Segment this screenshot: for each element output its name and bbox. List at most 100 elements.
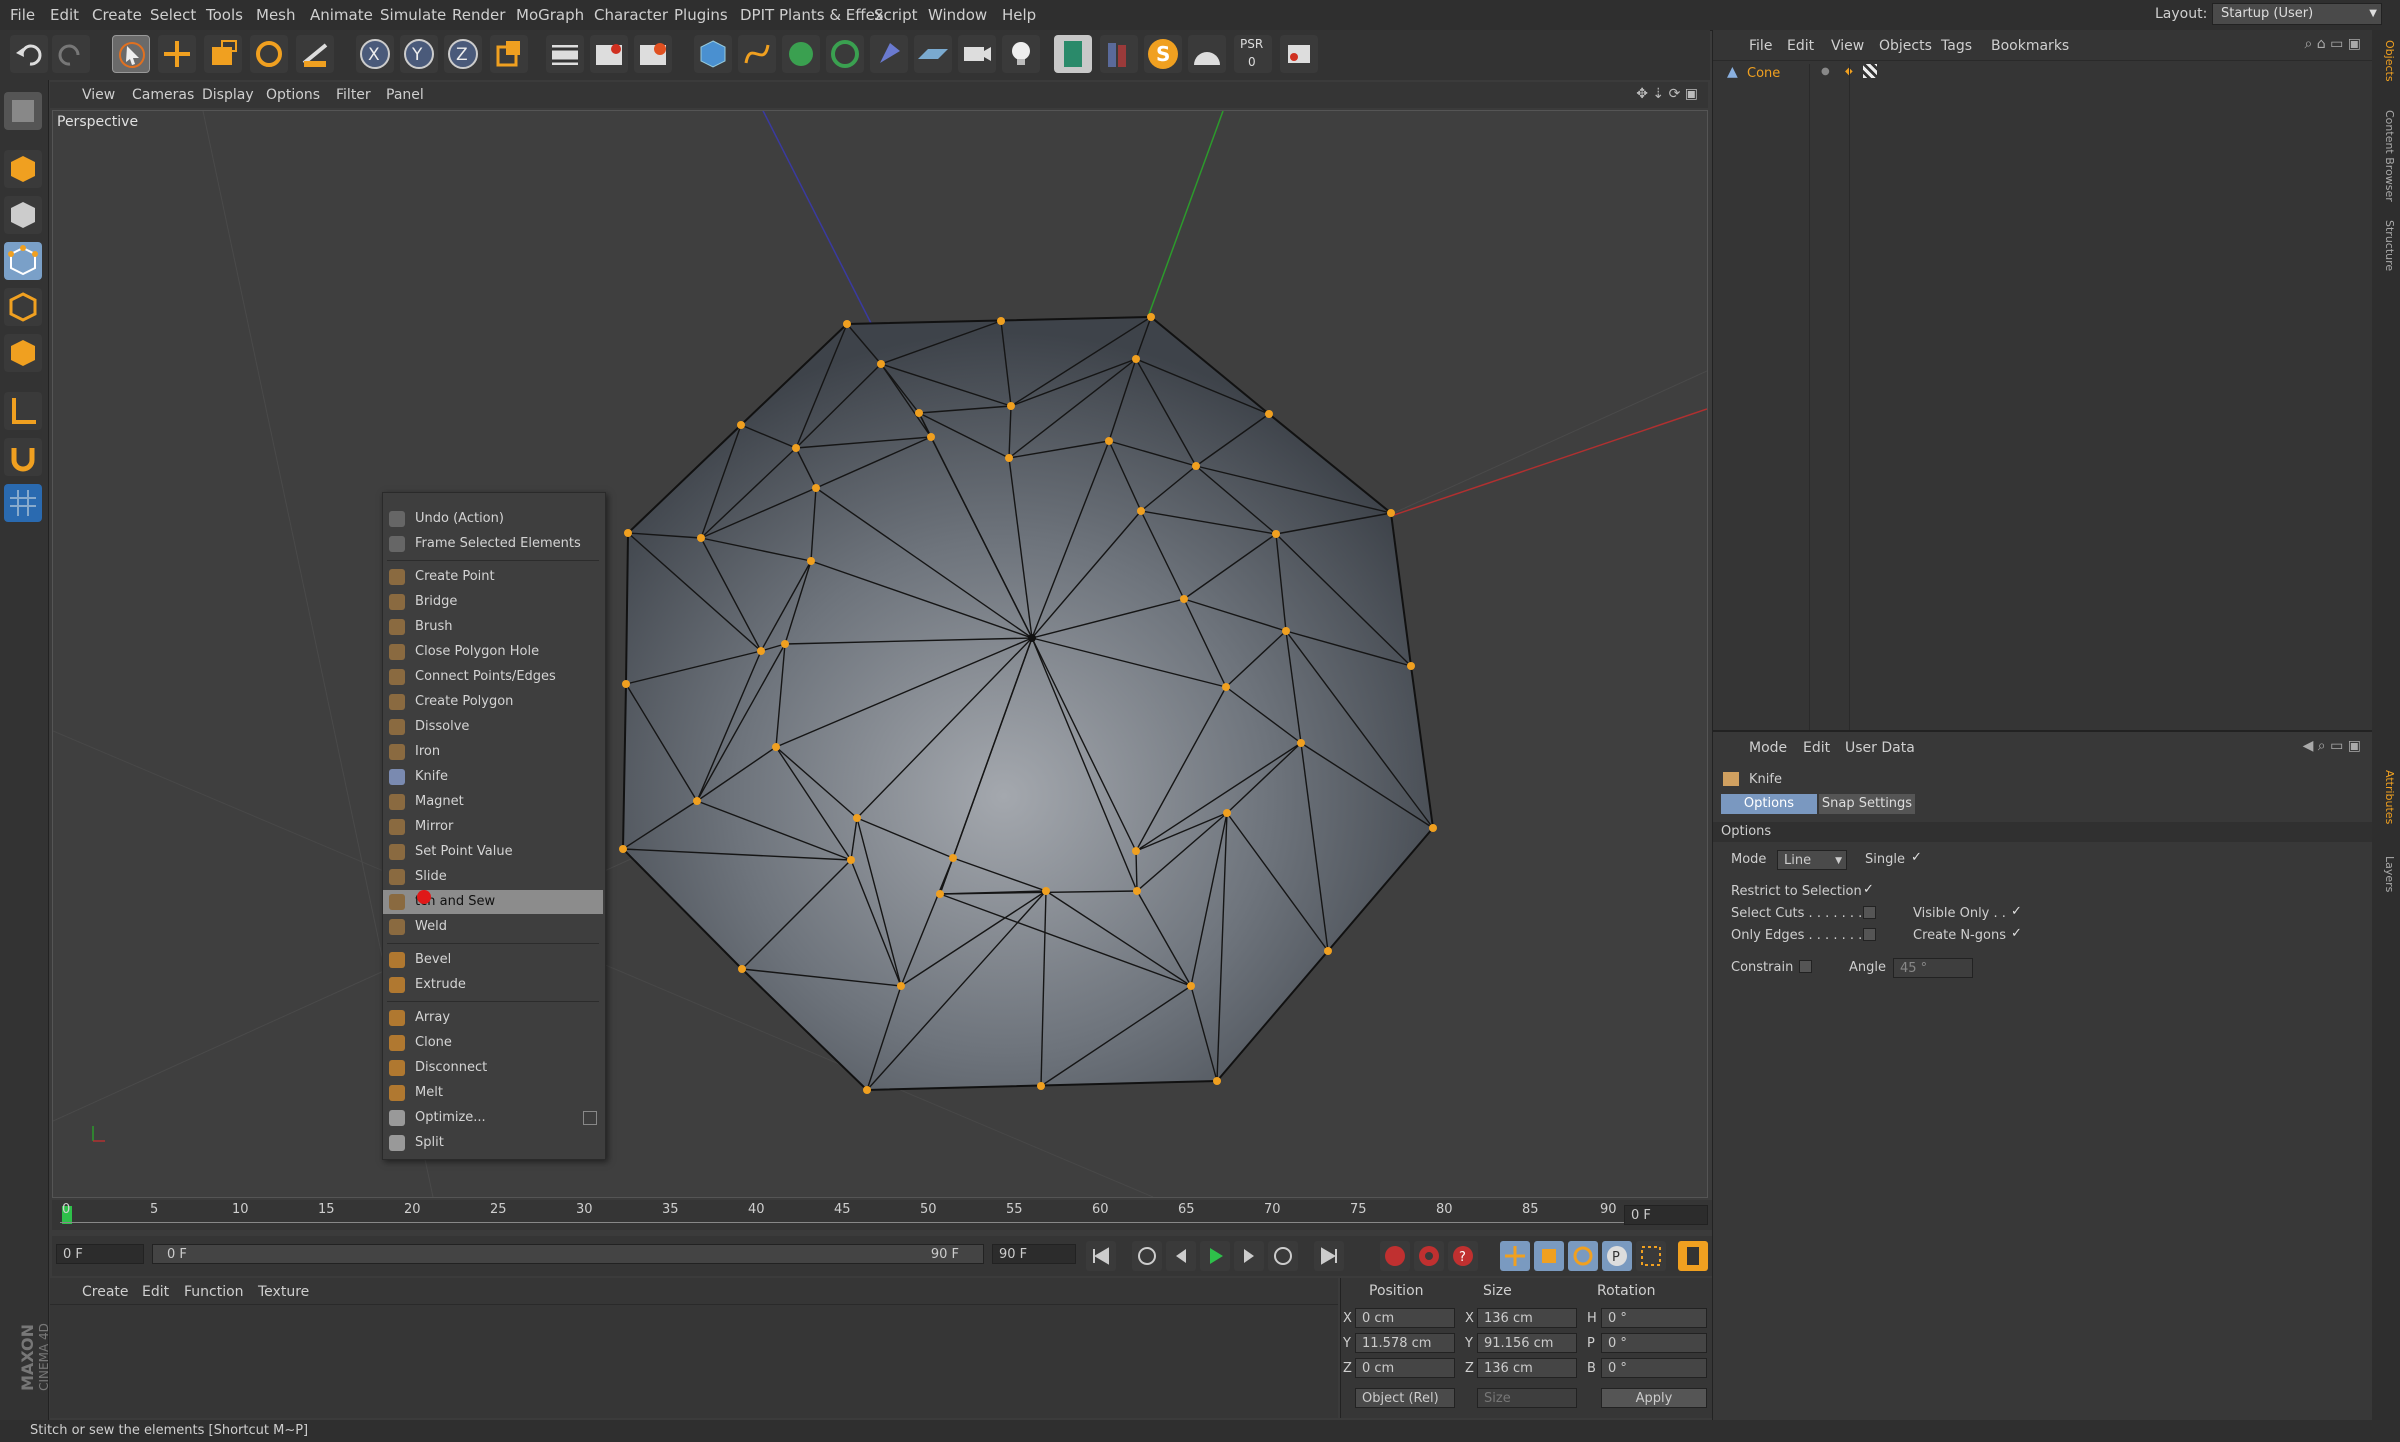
texture-mode-icon[interactable] bbox=[4, 196, 42, 234]
object-menu-bookmarks[interactable]: Bookmarks bbox=[1991, 38, 2069, 54]
restrict-checkbox[interactable]: ✓ bbox=[1863, 883, 1875, 896]
mesh-vertex[interactable] bbox=[757, 647, 765, 655]
psr-icon[interactable]: PSR 0 bbox=[1234, 35, 1272, 73]
coordinate-mode-select[interactable]: Object (Rel) bbox=[1355, 1388, 1455, 1408]
mesh-vertex[interactable] bbox=[697, 534, 705, 542]
s-plugin-icon[interactable]: S bbox=[1144, 35, 1182, 73]
viewport-menu-display[interactable]: Display bbox=[202, 87, 254, 103]
mesh-vertex[interactable] bbox=[1147, 313, 1155, 321]
ctx-close-polygon-hole[interactable]: Close Polygon Hole bbox=[383, 640, 603, 664]
mesh-vertex[interactable] bbox=[624, 529, 632, 537]
render-picture-viewer-icon[interactable] bbox=[590, 35, 628, 73]
material-menu-function[interactable]: Function bbox=[184, 1284, 244, 1300]
menu-select[interactable]: Select bbox=[150, 6, 196, 24]
mesh-vertex[interactable] bbox=[936, 890, 944, 898]
current-frame-field[interactable]: 0 F bbox=[1624, 1205, 1708, 1225]
ctx-knife[interactable]: Knife bbox=[383, 765, 603, 789]
ctx-split[interactable]: Split bbox=[383, 1131, 603, 1155]
array-icon[interactable] bbox=[826, 35, 864, 73]
rotation-h-field[interactable]: 0 ° bbox=[1601, 1308, 1707, 1328]
points-mode-icon[interactable] bbox=[4, 242, 42, 280]
object-menu-edit[interactable]: Edit bbox=[1787, 38, 1814, 54]
recent-tools-icon[interactable] bbox=[296, 35, 334, 73]
deformer-icon[interactable] bbox=[870, 35, 908, 73]
menu-mesh[interactable]: Mesh bbox=[256, 6, 296, 24]
mesh-vertex[interactable] bbox=[622, 680, 630, 688]
scale-icon[interactable] bbox=[204, 35, 242, 73]
select-cuts-checkbox[interactable] bbox=[1863, 906, 1876, 919]
mesh-vertex[interactable] bbox=[1187, 982, 1195, 990]
mesh-vertex[interactable] bbox=[772, 743, 780, 751]
object-menu-tags[interactable]: Tags bbox=[1941, 38, 1972, 54]
subdivision-icon[interactable] bbox=[782, 35, 820, 73]
perspective-viewport[interactable]: Perspective bbox=[52, 110, 1708, 1198]
mesh-vertex[interactable] bbox=[781, 640, 789, 648]
mesh-vertex[interactable] bbox=[897, 982, 905, 990]
mesh-vertex[interactable] bbox=[1192, 462, 1200, 470]
redo-icon[interactable] bbox=[52, 35, 90, 73]
tab-structure[interactable]: Structure bbox=[2376, 220, 2396, 271]
size-y-field[interactable]: 91.156 cm bbox=[1477, 1333, 1577, 1353]
end-frame-field[interactable]: 90 F bbox=[992, 1244, 1076, 1264]
rotate-icon[interactable] bbox=[250, 35, 288, 73]
menu-script[interactable]: Script bbox=[874, 6, 918, 24]
tag-icon[interactable] bbox=[1280, 35, 1318, 73]
mesh-vertex[interactable] bbox=[1407, 662, 1415, 670]
ctx-magnet[interactable]: Magnet bbox=[383, 790, 603, 814]
render-settings-icon[interactable] bbox=[634, 35, 672, 73]
viewport-menu-view[interactable]: View bbox=[82, 87, 115, 103]
position-y-field[interactable]: 11.578 cm bbox=[1355, 1333, 1455, 1353]
undo-icon[interactable] bbox=[10, 35, 48, 73]
key-parameter-icon[interactable]: P bbox=[1602, 1241, 1632, 1271]
model-mode-icon[interactable] bbox=[4, 150, 42, 188]
phong-tag-icon[interactable] bbox=[1863, 64, 1877, 78]
ctx-brush[interactable]: Brush bbox=[383, 615, 603, 639]
object-menu-view[interactable]: View bbox=[1831, 38, 1864, 54]
ctx-create-point[interactable]: Create Point bbox=[383, 565, 603, 589]
mesh-vertex[interactable] bbox=[1042, 887, 1050, 895]
make-editable-icon[interactable] bbox=[4, 92, 42, 130]
menu-animate[interactable]: Animate bbox=[310, 6, 373, 24]
snap-icon[interactable] bbox=[4, 438, 42, 476]
mesh-vertex[interactable] bbox=[1105, 437, 1113, 445]
ctx-melt[interactable]: Melt bbox=[383, 1081, 603, 1105]
floor-icon[interactable] bbox=[914, 35, 952, 73]
step-back-icon[interactable] bbox=[1166, 1241, 1196, 1271]
key-scale-icon[interactable] bbox=[1534, 1241, 1564, 1271]
tab-objects[interactable]: Objects bbox=[2376, 40, 2396, 82]
menu-window[interactable]: Window bbox=[928, 6, 987, 24]
ctx-disconnect[interactable]: Disconnect bbox=[383, 1056, 603, 1080]
menu-edit[interactable]: Edit bbox=[50, 6, 79, 24]
ctx-extrude[interactable]: Extrude bbox=[383, 973, 603, 997]
keyframe-selection-icon[interactable]: ? bbox=[1448, 1241, 1478, 1271]
x-axis-lock-icon[interactable]: X bbox=[356, 35, 394, 73]
visibility-dots-icon[interactable]: ● bbox=[1821, 66, 1830, 77]
mesh-vertex[interactable] bbox=[737, 421, 745, 429]
mesh-vertex[interactable] bbox=[1180, 595, 1188, 603]
mesh-vertex[interactable] bbox=[1387, 509, 1395, 517]
camera-icon[interactable] bbox=[958, 35, 996, 73]
menu-tools[interactable]: Tools bbox=[206, 6, 243, 24]
apply-button[interactable]: Apply bbox=[1601, 1388, 1707, 1408]
mesh-vertex[interactable] bbox=[1132, 847, 1140, 855]
mesh-vertex[interactable] bbox=[847, 856, 855, 864]
move-icon[interactable] bbox=[158, 35, 196, 73]
bookshelf-icon[interactable] bbox=[1100, 35, 1138, 73]
mesh-vertex[interactable] bbox=[1132, 355, 1140, 363]
rotation-b-field[interactable]: 0 ° bbox=[1601, 1358, 1707, 1378]
mesh-vertex[interactable] bbox=[1282, 627, 1290, 635]
tab-attributes[interactable]: Attributes bbox=[2376, 770, 2396, 824]
start-frame-field[interactable]: 0 F bbox=[56, 1244, 144, 1264]
menu-create[interactable]: Create bbox=[92, 6, 142, 24]
coordinate-system-icon[interactable] bbox=[490, 35, 528, 73]
mesh-vertex[interactable] bbox=[1429, 824, 1437, 832]
polygons-mode-icon[interactable] bbox=[4, 334, 42, 372]
step-forward-icon[interactable] bbox=[1234, 1241, 1264, 1271]
mesh-vertex[interactable] bbox=[1137, 507, 1145, 515]
material-menu-texture[interactable]: Texture bbox=[258, 1284, 309, 1300]
mesh-vertex[interactable] bbox=[792, 444, 800, 452]
ctx-create-polygon[interactable]: Create Polygon bbox=[383, 690, 603, 714]
ctx-set-point-value[interactable]: Set Point Value bbox=[383, 840, 603, 864]
mesh-vertex[interactable] bbox=[1133, 887, 1141, 895]
attribute-menu-mode[interactable]: Mode bbox=[1749, 740, 1787, 756]
